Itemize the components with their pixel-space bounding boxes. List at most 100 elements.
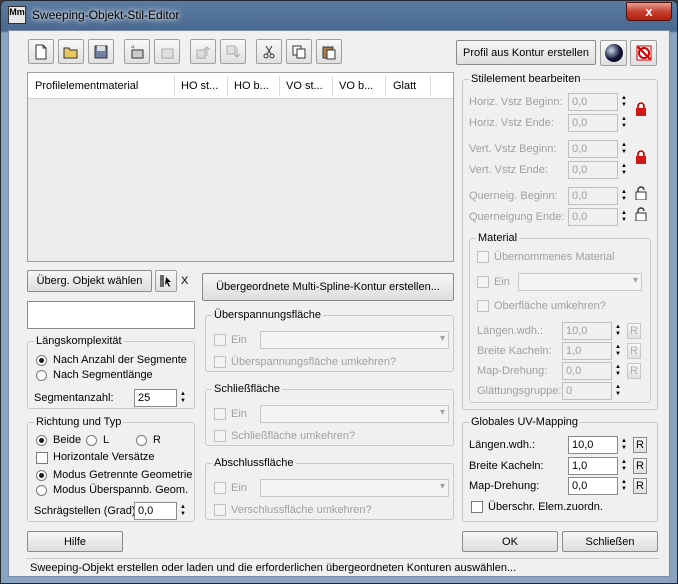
- group-label: Stilelement bearbeiten: [469, 73, 583, 85]
- mode-separate-geometry-radio[interactable]: [36, 470, 47, 481]
- group-label: Material: [476, 232, 520, 244]
- column-header[interactable]: Glatt: [393, 80, 416, 92]
- pick-cursor-icon[interactable]: [155, 270, 177, 292]
- paste-icon[interactable]: [316, 39, 342, 64]
- reset-button[interactable]: R: [627, 363, 641, 379]
- radio-label: L: [103, 434, 110, 446]
- checkbox-label: Ein: [231, 334, 247, 346]
- clear-parent-button[interactable]: X: [181, 275, 188, 287]
- tile-width-spinner[interactable]: 1,0 ▲ ▼: [562, 342, 624, 360]
- vert-offset-start-label: Vert. Vstz Beginn:: [469, 143, 557, 155]
- sphere-material-icon[interactable]: [600, 40, 627, 66]
- vert-offset-start-spinner[interactable]: 0,0 ▲ ▼: [568, 140, 630, 158]
- end-on-checkbox[interactable]: [214, 482, 226, 494]
- by-segment-length-radio[interactable]: [36, 370, 47, 381]
- inherited-material-checkbox[interactable]: [477, 251, 489, 263]
- lock-open-icon[interactable]: [635, 186, 647, 200]
- copy-icon[interactable]: [286, 39, 312, 64]
- horiz-offset-start-label: Horiz. Vstz Beginn:: [469, 96, 563, 108]
- global-map-rotation-spinner[interactable]: 0,0 ▲ ▼: [568, 477, 630, 495]
- global-map-rotation-label: Map-Drehung:: [469, 480, 540, 492]
- group-label: Richtung und Typ: [34, 416, 124, 428]
- segment-count-spinner[interactable]: 25 ▲ ▼: [134, 389, 189, 407]
- dialog-client: Profil aus Kontur erstellen Profilelemen…: [8, 30, 670, 577]
- right-radio[interactable]: [136, 435, 147, 446]
- horiz-offset-start-spinner[interactable]: 0,0 ▲ ▼: [568, 93, 630, 111]
- column-header[interactable]: HO b...: [234, 80, 269, 92]
- new-icon[interactable]: [28, 39, 54, 64]
- move-down-icon[interactable]: [220, 39, 246, 64]
- length-repeat-spinner[interactable]: 10,0 ▲ ▼: [562, 322, 624, 340]
- span-material-combo[interactable]: [260, 331, 449, 349]
- cut-icon[interactable]: [256, 39, 282, 64]
- move-up-icon[interactable]: [190, 39, 216, 64]
- cross-slope-start-spinner[interactable]: 0,0 ▲ ▼: [568, 187, 630, 205]
- vert-offset-end-label: Vert. Vstz Ende:: [469, 164, 548, 176]
- reset-button[interactable]: R: [627, 343, 641, 359]
- no-material-icon[interactable]: [630, 40, 657, 66]
- smoothing-group-spinner[interactable]: 0 ▲ ▼: [562, 382, 624, 400]
- save-icon[interactable]: [88, 39, 114, 64]
- close-on-checkbox[interactable]: [214, 408, 226, 420]
- end-reverse-checkbox[interactable]: [214, 504, 226, 516]
- mode-span-geometry-radio[interactable]: [36, 485, 47, 496]
- help-button[interactable]: Hilfe: [27, 531, 123, 552]
- lock-closed-icon[interactable]: [635, 102, 647, 116]
- ok-button[interactable]: OK: [462, 531, 558, 552]
- profile-elements-table[interactable]: Profilelementmaterial HO st... HO b... V…: [27, 72, 454, 262]
- reset-button[interactable]: R: [633, 437, 647, 453]
- table-header: Profilelementmaterial HO st... HO b... V…: [28, 73, 453, 99]
- cross-slope-end-spinner[interactable]: 0,0 ▲ ▼: [568, 208, 630, 226]
- global-length-repeat-spinner[interactable]: 10,0 ▲ ▼: [568, 436, 630, 454]
- radio-label: Modus Überspannb. Geom.: [53, 484, 189, 496]
- end-material-combo[interactable]: [260, 479, 449, 497]
- close-surface-group: Schließfläche Ein Schließfläche umkehren…: [205, 383, 454, 446]
- global-length-repeat-label: Längen.wdh.:: [469, 439, 536, 451]
- reverse-surface-checkbox[interactable]: [477, 300, 489, 312]
- style-element-edit-group: Stilelement bearbeiten Horiz. Vstz Begin…: [462, 73, 658, 410]
- profile-from-contour-button[interactable]: Profil aus Kontur erstellen: [456, 40, 596, 65]
- dialog-window: Mm Sweeping-Objekt-Stil-Editor x Profil …: [0, 0, 678, 584]
- close-reverse-checkbox[interactable]: [214, 430, 226, 442]
- by-segment-count-radio[interactable]: [36, 355, 47, 366]
- close-button[interactable]: Schließen: [562, 531, 658, 552]
- span-reverse-checkbox[interactable]: [214, 356, 226, 368]
- span-on-checkbox[interactable]: [214, 334, 226, 346]
- radio-label: Modus Getrennte Geometrie: [53, 469, 193, 481]
- group-label: Längskomplexität: [34, 335, 124, 347]
- multi-spline-contour-button[interactable]: Übergeordnete Multi-Spline-Kontur erstel…: [202, 273, 454, 301]
- radio-label: Nach Segmentlänge: [53, 369, 153, 381]
- vert-offset-end-spinner[interactable]: 0,0 ▲ ▼: [568, 161, 630, 179]
- lock-open-icon[interactable]: [635, 207, 647, 221]
- global-tile-width-spinner[interactable]: 1,0 ▲ ▼: [568, 457, 630, 475]
- material-combo[interactable]: [518, 273, 642, 291]
- map-rotation-label: Map-Drehung:: [477, 365, 548, 377]
- status-bar: Sweeping-Objekt erstellen oder laden und…: [26, 558, 659, 576]
- both-radio[interactable]: [36, 435, 47, 446]
- smoothing-group-label: Glättungsgruppe:: [477, 385, 562, 397]
- reset-button[interactable]: R: [633, 478, 647, 494]
- checkbox-label: Überspannungsfläche umkehren?: [231, 356, 397, 368]
- pick-parent-object-button[interactable]: Überg. Objekt wählen: [27, 270, 152, 292]
- add-element-icon[interactable]: [124, 39, 150, 64]
- horizontal-offsets-checkbox[interactable]: [36, 452, 48, 464]
- delete-element-icon[interactable]: [154, 39, 180, 64]
- map-rotation-spinner[interactable]: 0,0 ▲ ▼: [562, 362, 624, 380]
- reset-button[interactable]: R: [627, 323, 641, 339]
- column-header[interactable]: Profilelementmaterial: [35, 80, 138, 92]
- column-header[interactable]: VO b...: [339, 80, 373, 92]
- lock-closed-icon[interactable]: [635, 150, 647, 164]
- reset-button[interactable]: R: [633, 458, 647, 474]
- open-folder-icon[interactable]: [58, 39, 84, 64]
- horiz-offset-end-spinner[interactable]: 0,0 ▲ ▼: [568, 114, 630, 132]
- left-radio[interactable]: [86, 435, 97, 446]
- column-header[interactable]: VO st...: [286, 80, 323, 92]
- parent-object-field[interactable]: [27, 301, 195, 329]
- close-material-combo[interactable]: [260, 405, 449, 423]
- close-window-button[interactable]: x: [626, 2, 672, 21]
- override-element-mapping-checkbox[interactable]: [471, 501, 483, 513]
- column-header[interactable]: HO st...: [181, 80, 218, 92]
- title-bar[interactable]: Mm Sweeping-Objekt-Stil-Editor x: [1, 1, 677, 29]
- slope-spinner[interactable]: 0,0 ▲ ▼: [134, 502, 189, 520]
- material-on-checkbox[interactable]: [477, 276, 489, 288]
